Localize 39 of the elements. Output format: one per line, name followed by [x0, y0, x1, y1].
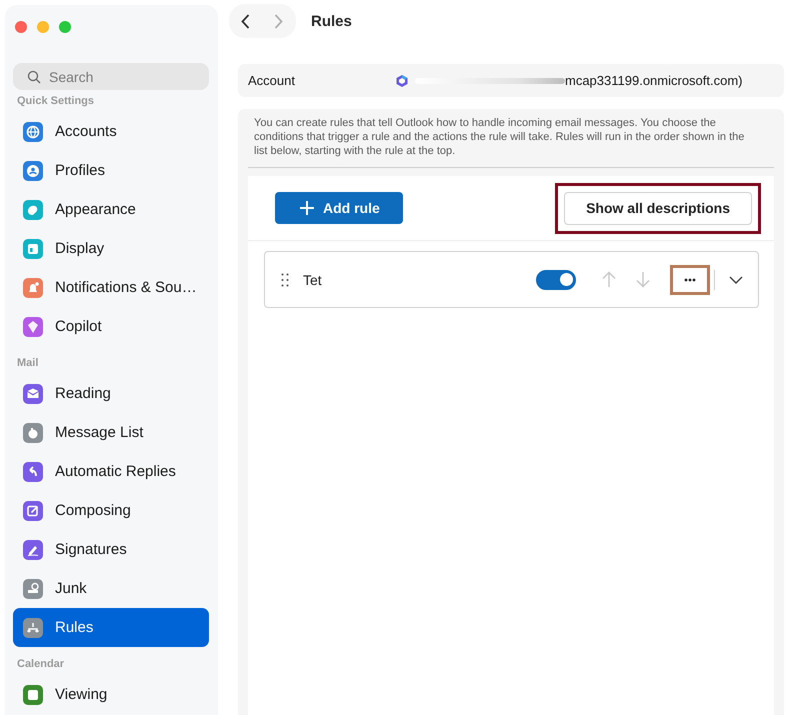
account-email: mcap331199.onmicrosoft.com)	[565, 73, 743, 88]
sidebar-item[interactable]: Reading	[13, 374, 209, 413]
add-rule-button[interactable]: Add rule	[275, 192, 403, 224]
rule-toggle[interactable]	[536, 270, 576, 290]
sidebar-item[interactable]: Notifications & Sou…	[13, 268, 209, 307]
ellipsis-icon	[684, 278, 696, 282]
search-field[interactable]: Search	[13, 63, 209, 90]
sidebar-item[interactable]: Composing	[13, 491, 209, 530]
show-descriptions-button[interactable]: Show all descriptions	[564, 192, 752, 224]
sidebar-item[interactable]: Accounts	[13, 112, 209, 151]
sidebar-item[interactable]: Copilot	[13, 307, 209, 346]
expand-chevron-icon[interactable]	[729, 276, 743, 284]
sidebar-item[interactable]: Rules	[13, 608, 209, 647]
search-icon	[27, 70, 41, 84]
window-title: Rules	[311, 12, 352, 30]
account-label: Account	[248, 73, 296, 88]
back-chevron-icon[interactable]	[241, 14, 250, 28]
hexagon-logo-icon	[395, 74, 409, 88]
rule-row[interactable]: Tet	[264, 251, 759, 308]
sidebar-item[interactable]: Display	[13, 229, 209, 268]
close-window-icon[interactable]	[15, 21, 27, 33]
forward-chevron-icon[interactable]	[274, 14, 283, 28]
drag-handle-icon[interactable]	[281, 272, 289, 286]
plus-icon	[299, 200, 315, 216]
rule-name: Tet	[303, 272, 323, 288]
sidebar-item[interactable]: Junk	[13, 569, 209, 608]
sidebar-item[interactable]: Appearance	[13, 190, 209, 229]
section-label: Calendar	[16, 657, 66, 672]
minimize-window-icon[interactable]	[37, 21, 49, 33]
rules-description: You can create rules that tell Outlook how to handle incoming email messages. You choose the conditions that trigger a rule and the actions the rule will take. Rules will run in the order shown in the list below, starting with the rule at the top.	[253, 116, 746, 158]
sidebar-item[interactable]: Profiles	[13, 151, 209, 190]
zoom-window-icon[interactable]	[59, 21, 71, 33]
sidebar-item[interactable]: Signatures	[13, 530, 209, 569]
sidebar-item[interactable]: Automatic Replies	[13, 452, 209, 491]
more-options-button[interactable]	[670, 264, 710, 294]
sidebar-item[interactable]: Viewing	[13, 675, 209, 714]
section-label: Quick Settings	[16, 94, 96, 109]
section-label: Mail	[16, 356, 40, 371]
sidebar-item[interactable]: Message List	[13, 413, 209, 452]
